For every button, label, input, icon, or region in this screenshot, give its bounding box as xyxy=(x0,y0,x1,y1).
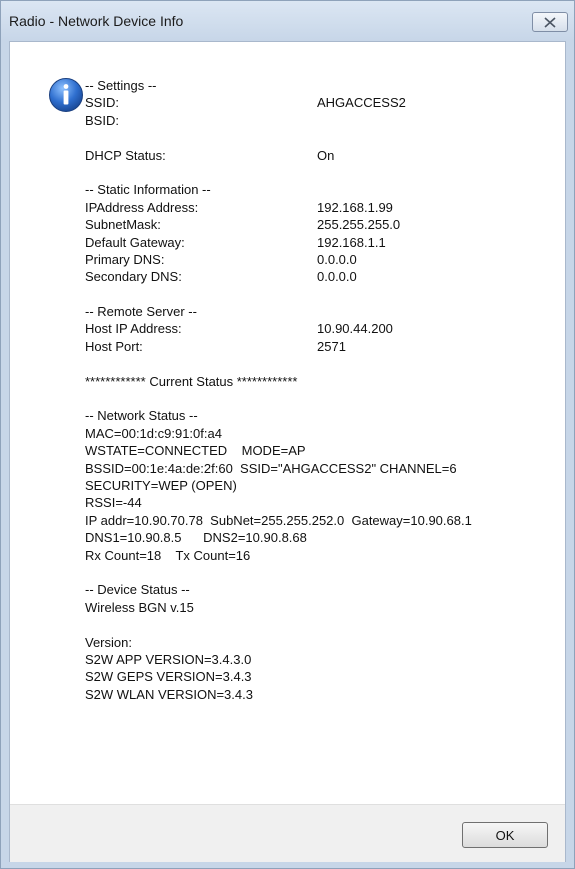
network-line: SECURITY=WEP (OPEN) xyxy=(85,477,237,493)
dialog-body: -- Settings -- SSID: AHGACCESS2 BSID: DH… xyxy=(9,41,566,862)
version-line: S2W GEPS VERSION=3.4.3 xyxy=(85,669,252,685)
mask-row: SubnetMask: 255.255.255.0 xyxy=(85,216,555,233)
message-text: -- Settings -- SSID: AHGACCESS2 BSID: DH… xyxy=(85,77,555,703)
ssid-label: SSID: xyxy=(85,95,119,111)
button-bar: OK xyxy=(10,804,565,862)
info-icon xyxy=(49,78,83,112)
static-header: -- Static Information -- xyxy=(85,182,211,198)
network-line: BSSID=00:1e:4a:de:2f:60 SSID="AHGACCESS2… xyxy=(85,460,457,476)
device-line: Wireless BGN v.15 xyxy=(85,599,194,615)
secondary-dns-value: 0.0.0.0 xyxy=(317,269,357,285)
host-ip-value: 10.90.44.200 xyxy=(317,321,393,337)
network-line: WSTATE=CONNECTED MODE=AP xyxy=(85,443,306,459)
dhcp-value: On xyxy=(317,147,335,163)
device-header: -- Device Status -- xyxy=(85,582,190,598)
window-title: Radio - Network Device Info xyxy=(9,13,184,29)
ip-label: IPAddress Address: xyxy=(85,199,199,215)
ssid-row: SSID: AHGACCESS2 xyxy=(85,94,555,111)
primary-dns-label: Primary DNS: xyxy=(85,251,165,267)
host-port-label: Host Port: xyxy=(85,338,143,354)
gateway-label: Default Gateway: xyxy=(85,234,185,250)
secondary-dns-label: Secondary DNS: xyxy=(85,269,182,285)
settings-header: -- Settings -- xyxy=(85,78,157,93)
host-ip-label: Host IP Address: xyxy=(85,321,182,337)
ok-button[interactable]: OK xyxy=(462,822,548,848)
mask-value: 255.255.255.0 xyxy=(317,217,401,233)
bsid-row: BSID: xyxy=(85,112,555,129)
version-line: S2W WLAN VERSION=3.4.3 xyxy=(85,686,253,702)
ip-value: 192.168.1.99 xyxy=(317,199,393,215)
network-header: -- Network Status -- xyxy=(85,408,198,424)
host-ip-row: Host IP Address: 10.90.44.200 xyxy=(85,320,555,337)
gateway-value: 192.168.1.1 xyxy=(317,234,386,250)
network-line: RSSI=-44 xyxy=(85,495,142,511)
dialog-window: Radio - Network Device Info -- Settings … xyxy=(0,0,575,869)
bsid-label: BSID: xyxy=(85,112,119,128)
primary-dns-value: 0.0.0.0 xyxy=(317,251,357,267)
current-status-banner: ************ Current Status ************ xyxy=(85,373,298,389)
host-port-row: Host Port: 2571 xyxy=(85,338,555,355)
title-bar[interactable]: Radio - Network Device Info xyxy=(1,1,574,41)
network-line: DNS1=10.90.8.5 DNS2=10.90.8.68 xyxy=(85,530,307,546)
gateway-row: Default Gateway: 192.168.1.1 xyxy=(85,234,555,251)
dhcp-label: DHCP Status: xyxy=(85,147,166,163)
version-line: S2W APP VERSION=3.4.3.0 xyxy=(85,651,252,667)
network-line: MAC=00:1d:c9:91:0f:a4 xyxy=(85,425,222,441)
primary-dns-row: Primary DNS: 0.0.0.0 xyxy=(85,251,555,268)
close-button[interactable] xyxy=(532,12,568,32)
secondary-dns-row: Secondary DNS: 0.0.0.0 xyxy=(85,268,555,285)
close-icon xyxy=(544,16,556,28)
ip-row: IPAddress Address: 192.168.1.99 xyxy=(85,199,555,216)
version-header: Version: xyxy=(85,634,132,650)
remote-header: -- Remote Server -- xyxy=(85,304,197,320)
network-line: IP addr=10.90.70.78 SubNet=255.255.252.0… xyxy=(85,512,472,528)
dhcp-row: DHCP Status: On xyxy=(85,147,555,164)
ssid-value: AHGACCESS2 xyxy=(317,95,406,111)
mask-label: SubnetMask: xyxy=(85,217,161,233)
network-line: Rx Count=18 Tx Count=16 xyxy=(85,547,251,563)
host-port-value: 2571 xyxy=(317,338,346,354)
